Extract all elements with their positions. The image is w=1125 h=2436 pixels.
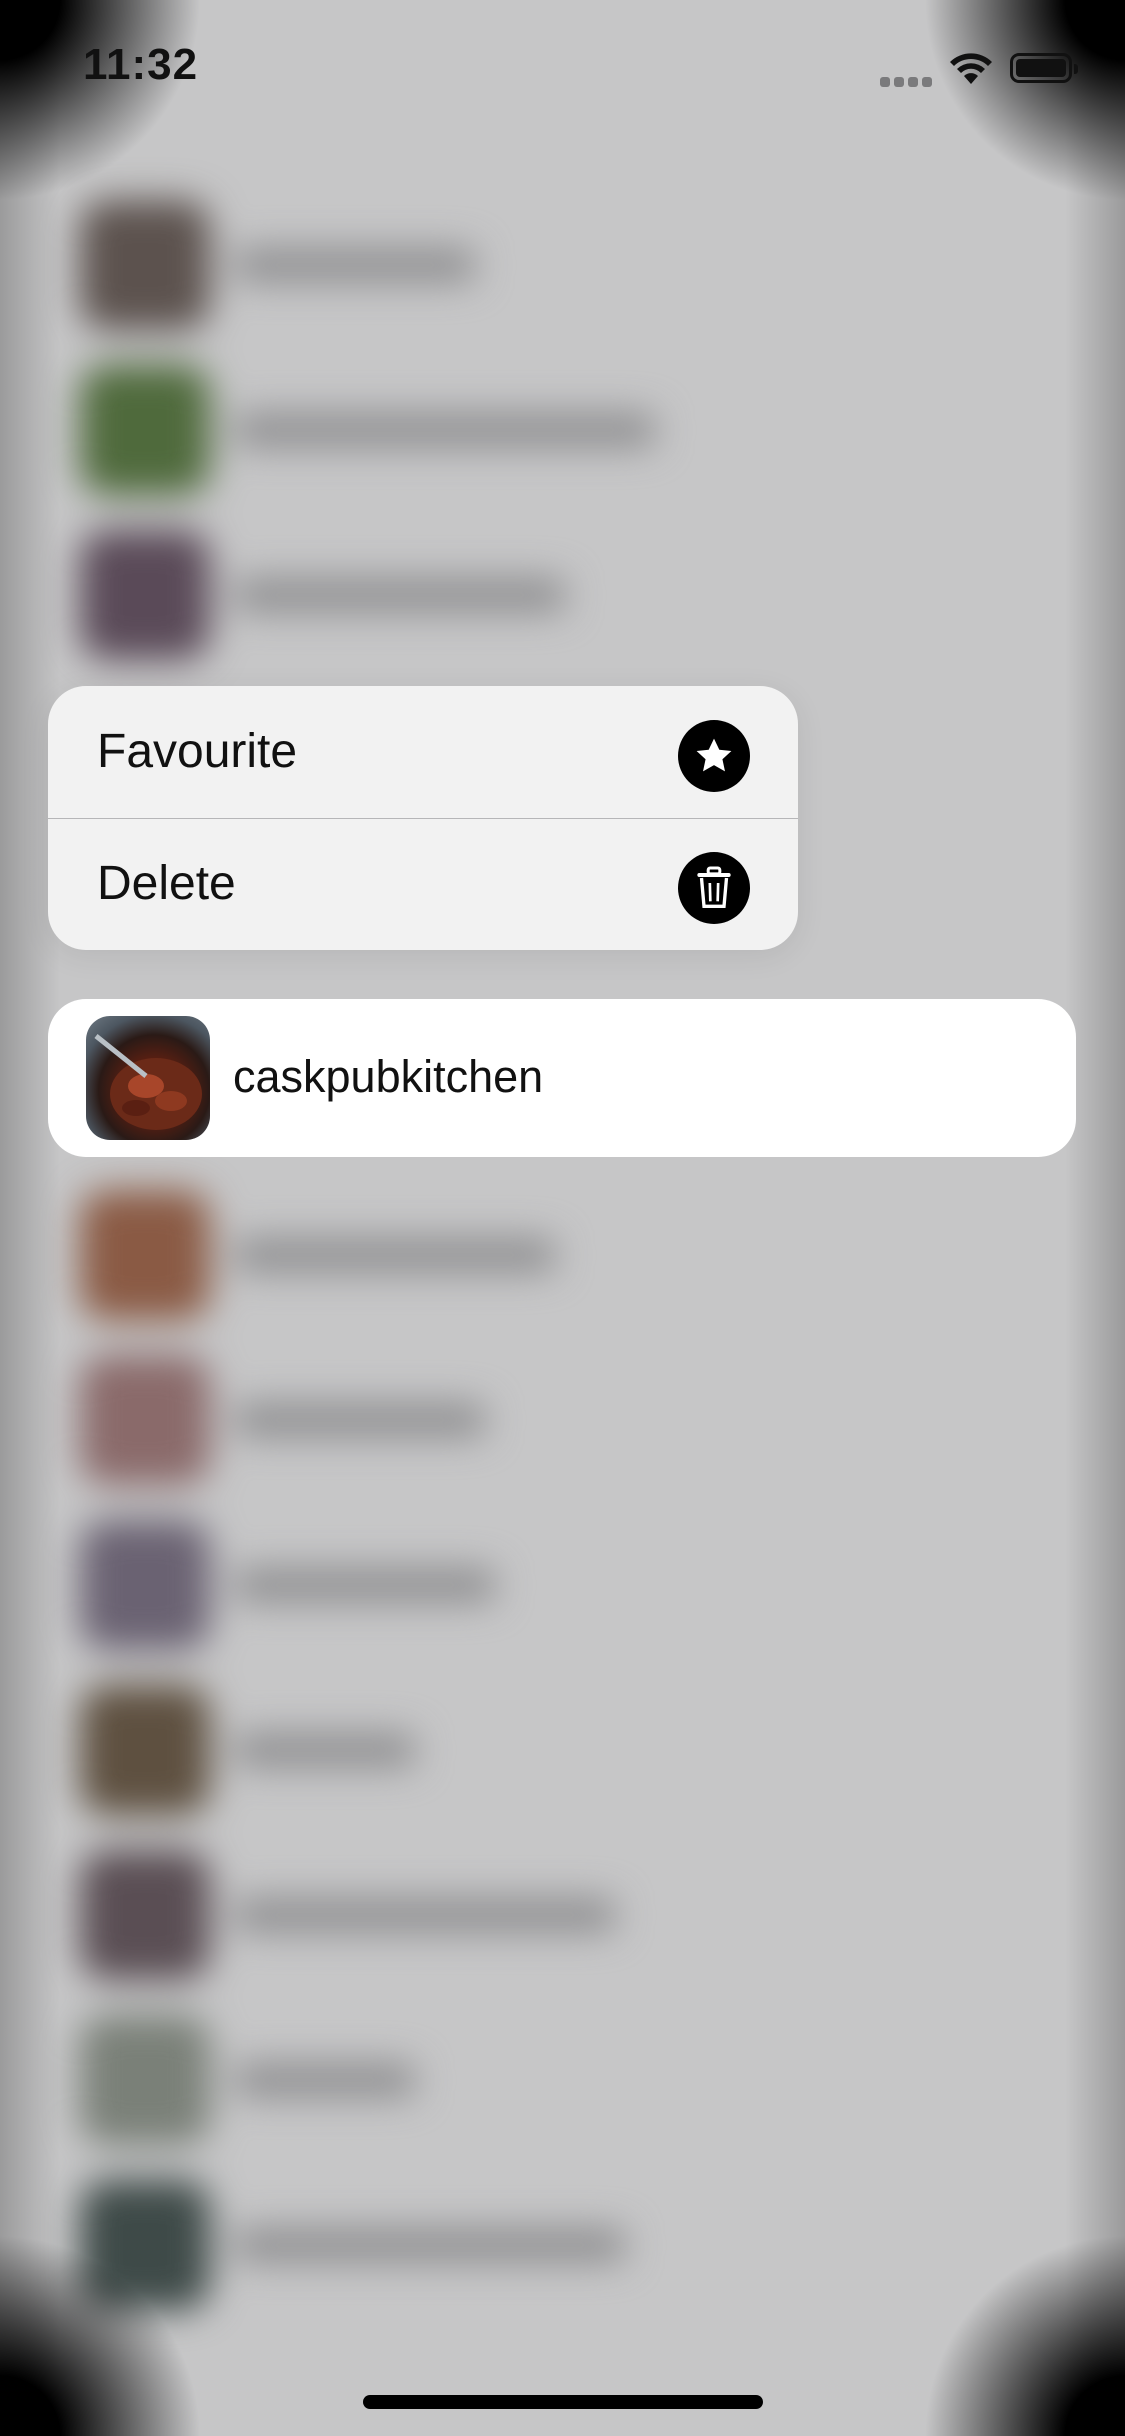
- preview-thumbnail: [86, 1016, 210, 1140]
- wifi-icon: [950, 53, 992, 84]
- list-item-title: [235, 578, 565, 612]
- avatar: [80, 1355, 210, 1485]
- list-item-title: [235, 1238, 555, 1272]
- list-item: [60, 1190, 960, 1320]
- avatar: [80, 2015, 210, 2145]
- avatar: [80, 530, 210, 660]
- home-indicator[interactable]: [363, 2395, 763, 2409]
- avatar: [80, 1850, 210, 1980]
- status-time: 11:32: [83, 40, 199, 89]
- list-item-title: [235, 2063, 415, 2097]
- list-item: [60, 530, 960, 660]
- status-bar: 11:32: [0, 0, 1125, 140]
- star-icon: [678, 720, 750, 792]
- preview-title: caskpubkitchen: [233, 1051, 544, 1102]
- avatar: [80, 1685, 210, 1815]
- list-item-title: [235, 1403, 485, 1437]
- list-item-title: [235, 1733, 415, 1767]
- avatar: [80, 365, 210, 495]
- favourite-menu-item[interactable]: Favourite: [48, 686, 798, 819]
- delete-label: Delete: [97, 857, 236, 910]
- list-item-title: [235, 1898, 615, 1932]
- list-item-title: [235, 1568, 495, 1602]
- avatar: [80, 200, 210, 330]
- avatar: [80, 1520, 210, 1650]
- list-item-title: [235, 413, 655, 447]
- list-item: [60, 1355, 960, 1485]
- trash-icon: [678, 852, 750, 924]
- favourite-label: Favourite: [97, 725, 298, 778]
- delete-menu-item[interactable]: Delete: [48, 818, 798, 950]
- battery-icon: [1010, 53, 1078, 83]
- avatar: [80, 2180, 210, 2310]
- context-menu: Favourite Delete: [48, 686, 798, 950]
- preview-card[interactable]: caskpubkitchen: [48, 999, 1076, 1157]
- list-item: [60, 2180, 960, 2310]
- list-item-title: [235, 248, 475, 282]
- list-item: [60, 1850, 960, 1980]
- avatar: [80, 1190, 210, 1320]
- list-item: [60, 200, 960, 330]
- list-item: [60, 365, 960, 495]
- list-item: [60, 1685, 960, 1815]
- list-item: [60, 2015, 960, 2145]
- background-list: [0, 0, 1125, 2436]
- list-item-title: [235, 2228, 625, 2262]
- cellular-signal-icon: [880, 74, 936, 92]
- list-item: [60, 1520, 960, 1650]
